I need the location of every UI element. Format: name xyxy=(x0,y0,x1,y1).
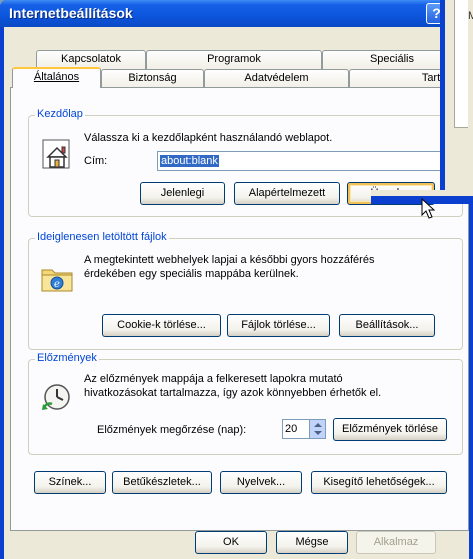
internet-options-window: Internetbeállítások ? Kapcsolatok Progra… xyxy=(0,0,473,559)
temp-files-description-line2: érdekében egy speciális mappába kerülnek… xyxy=(84,268,299,280)
dialog-client-area: Kapcsolatok Programok Speciális Általáno… xyxy=(4,27,469,559)
delete-cookies-button[interactable]: Cookie-k törlése... xyxy=(102,314,221,337)
home-page-address-input[interactable]: about:blank xyxy=(157,151,453,171)
background-window-text: M xyxy=(468,10,473,22)
tab-general-label: Általános xyxy=(33,71,80,83)
background-window: M xyxy=(440,0,473,204)
general-tab-panel: Kezdőlap Válassza ki a kezdőlapként hasz… xyxy=(10,87,469,531)
temp-files-group-label: Ideiglenesen letöltött fájlok xyxy=(35,231,169,243)
temp-files-settings-button[interactable]: Beállítások... xyxy=(339,314,435,337)
svg-text:e: e xyxy=(54,279,60,290)
temp-files-group: Ideiglenesen letöltött fájlok e A megtek… xyxy=(28,231,463,350)
use-current-button[interactable]: Jelenlegi xyxy=(140,182,225,205)
apply-button[interactable]: Alkalmaz xyxy=(356,531,436,554)
history-clock-icon xyxy=(42,384,70,410)
languages-button[interactable]: Nyelvek... xyxy=(220,471,302,494)
cancel-button[interactable]: Mégse xyxy=(276,531,348,554)
clear-history-button[interactable]: Előzmények törlése xyxy=(333,418,447,441)
temp-files-folder-icon: e xyxy=(41,269,73,292)
history-days-label: Előzmények megőrzése (nap): xyxy=(97,424,247,436)
address-value: about:blank xyxy=(160,155,219,167)
delete-files-button[interactable]: Fájlok törlése... xyxy=(227,314,330,337)
history-days-value: 20 xyxy=(285,423,298,435)
accessibility-button[interactable]: Kisegítő lehetőségek... xyxy=(311,471,447,494)
ok-button[interactable]: OK xyxy=(195,531,267,554)
temp-files-description-line1: A megtekintett webhelyek lapjai a később… xyxy=(84,254,375,266)
tab-programs[interactable]: Programok xyxy=(146,50,322,69)
window-title: Internetbeállítások xyxy=(9,5,133,21)
fonts-button[interactable]: Betűkészletek... xyxy=(112,471,212,494)
colors-button[interactable]: Színek... xyxy=(34,471,106,494)
spinner-arrows-icon xyxy=(314,423,322,435)
tab-privacy[interactable]: Adatvédelem xyxy=(204,69,349,88)
address-label: Cím: xyxy=(84,155,108,167)
history-days-spinner[interactable] xyxy=(309,420,325,438)
history-description-line2: hivatkozásokat tartalmazza, így azok kön… xyxy=(84,387,382,399)
tab-general[interactable]: Általános xyxy=(12,67,101,88)
home-page-group-label: Kezdőlap xyxy=(35,108,85,120)
home-page-description: Válassza ki a kezdőlapként használandó w… xyxy=(84,132,333,144)
history-description-line1: Az előzmények mappája a felkeresett lapo… xyxy=(84,373,343,385)
use-default-button[interactable]: Alapértelmezett xyxy=(234,182,340,205)
mouse-cursor-icon xyxy=(421,198,436,219)
history-group-label: Előzmények xyxy=(35,352,99,364)
tab-security[interactable]: Biztonság xyxy=(101,69,204,88)
home-page-icon xyxy=(42,139,70,169)
title-bar[interactable]: Internetbeállítások ? xyxy=(0,0,473,27)
background-window-pane xyxy=(454,0,468,128)
history-group: Előzmények Az előzmények mappája a felke… xyxy=(28,352,463,455)
